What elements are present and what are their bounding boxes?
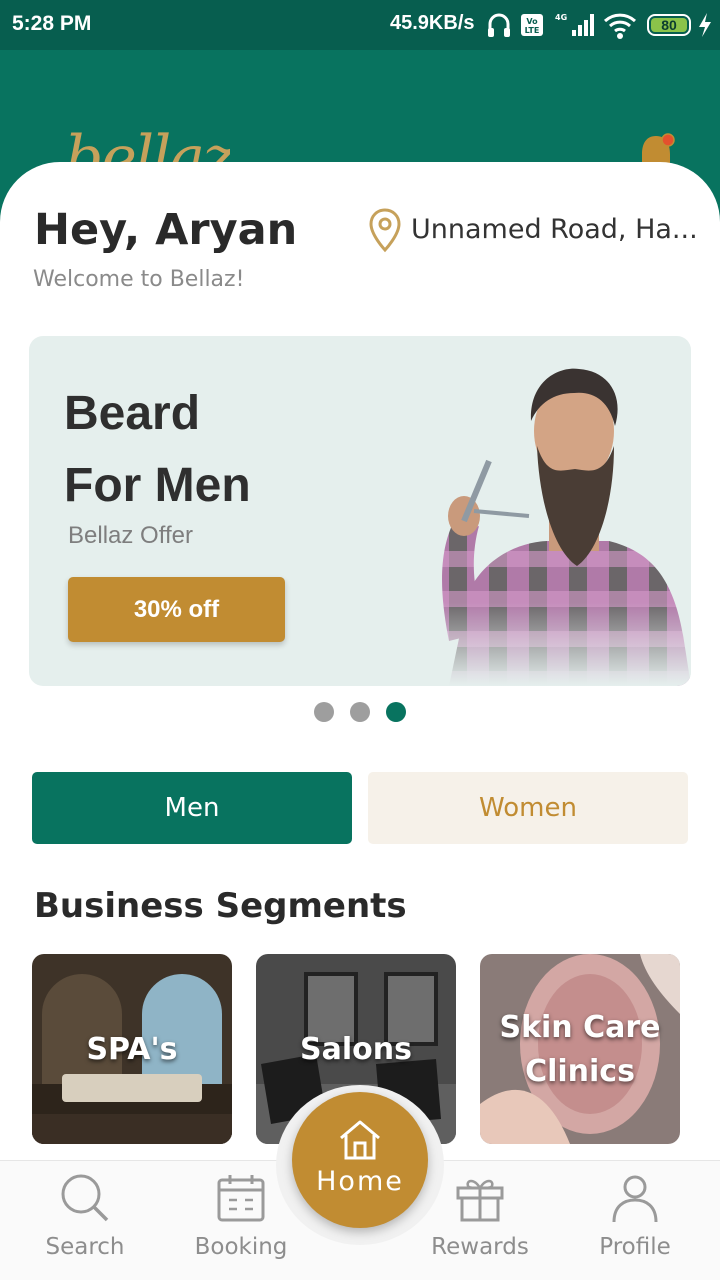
svg-text:LTE: LTE bbox=[525, 26, 540, 35]
carousel-dot[interactable] bbox=[314, 702, 334, 722]
segment-card-spa[interactable]: SPA's bbox=[32, 954, 232, 1144]
calendar-icon bbox=[217, 1175, 265, 1222]
nav-label: Booking bbox=[194, 1234, 288, 1260]
user-icon bbox=[612, 1175, 658, 1223]
nav-item-profile[interactable]: Profile bbox=[570, 1172, 700, 1260]
nav-item-booking[interactable]: Booking bbox=[176, 1172, 306, 1260]
search-icon bbox=[61, 1174, 109, 1222]
section-title: Business Segments bbox=[34, 886, 407, 926]
segment-label: Skin Care Clinics bbox=[499, 1010, 661, 1089]
segment-card-skin-care-clinics[interactable]: Skin Care Clinics bbox=[480, 954, 680, 1144]
offer-button[interactable]: 30% off bbox=[68, 577, 285, 642]
carousel-dot-active[interactable] bbox=[386, 702, 406, 722]
nav-item-search[interactable]: Search bbox=[20, 1172, 150, 1260]
location-text[interactable]: Unnamed Road, Ha... bbox=[411, 214, 698, 245]
greeting-subtitle: Welcome to Bellaz! bbox=[33, 267, 245, 292]
offer-banner[interactable]: Beard For Men Bellaz Offer 30% off bbox=[29, 336, 691, 686]
greeting-title: Hey, Aryan bbox=[34, 205, 298, 255]
segment-label: Salons bbox=[300, 1032, 412, 1067]
tab-women[interactable]: Women bbox=[368, 772, 688, 844]
nav-item-home[interactable]: Home bbox=[292, 1092, 428, 1228]
status-time: 5:28 PM bbox=[12, 12, 92, 35]
status-bar: 5:28 PM 45.9KB/s Vo LTE 4G 80 bbox=[0, 0, 720, 50]
headphones-icon bbox=[488, 13, 510, 37]
battery-icon: 80 bbox=[647, 14, 691, 36]
volte-icon: Vo LTE bbox=[521, 14, 543, 36]
nav-item-rewards[interactable]: Rewards bbox=[415, 1172, 545, 1260]
gift-icon bbox=[456, 1179, 504, 1222]
tab-men[interactable]: Men bbox=[32, 772, 352, 844]
charging-icon bbox=[699, 13, 711, 37]
notification-dot bbox=[661, 133, 675, 147]
map-pin-icon[interactable] bbox=[368, 207, 402, 253]
nav-label: Rewards bbox=[431, 1234, 529, 1260]
svg-text:Vo: Vo bbox=[526, 17, 538, 26]
banner-title-line1: Beard bbox=[64, 387, 201, 440]
svg-text:4G: 4G bbox=[555, 13, 567, 22]
bearded-man-image bbox=[409, 351, 691, 686]
signal-4g-icon: 4G bbox=[555, 13, 594, 36]
nav-label: Search bbox=[45, 1234, 125, 1260]
carousel-dots bbox=[314, 702, 406, 722]
segment-label: SPA's bbox=[86, 1032, 178, 1067]
battery-level: 80 bbox=[661, 17, 677, 33]
banner-subtitle: Bellaz Offer bbox=[68, 522, 193, 549]
carousel-dot[interactable] bbox=[350, 702, 370, 722]
wifi-icon bbox=[603, 13, 637, 39]
home-icon bbox=[340, 1120, 380, 1160]
banner-title: Beard For Men bbox=[64, 378, 364, 522]
nav-label: Profile bbox=[599, 1234, 671, 1260]
nav-label: Home bbox=[316, 1166, 404, 1197]
network-speed: 45.9KB/s bbox=[390, 12, 475, 34]
banner-title-line2: For Men bbox=[64, 459, 251, 512]
